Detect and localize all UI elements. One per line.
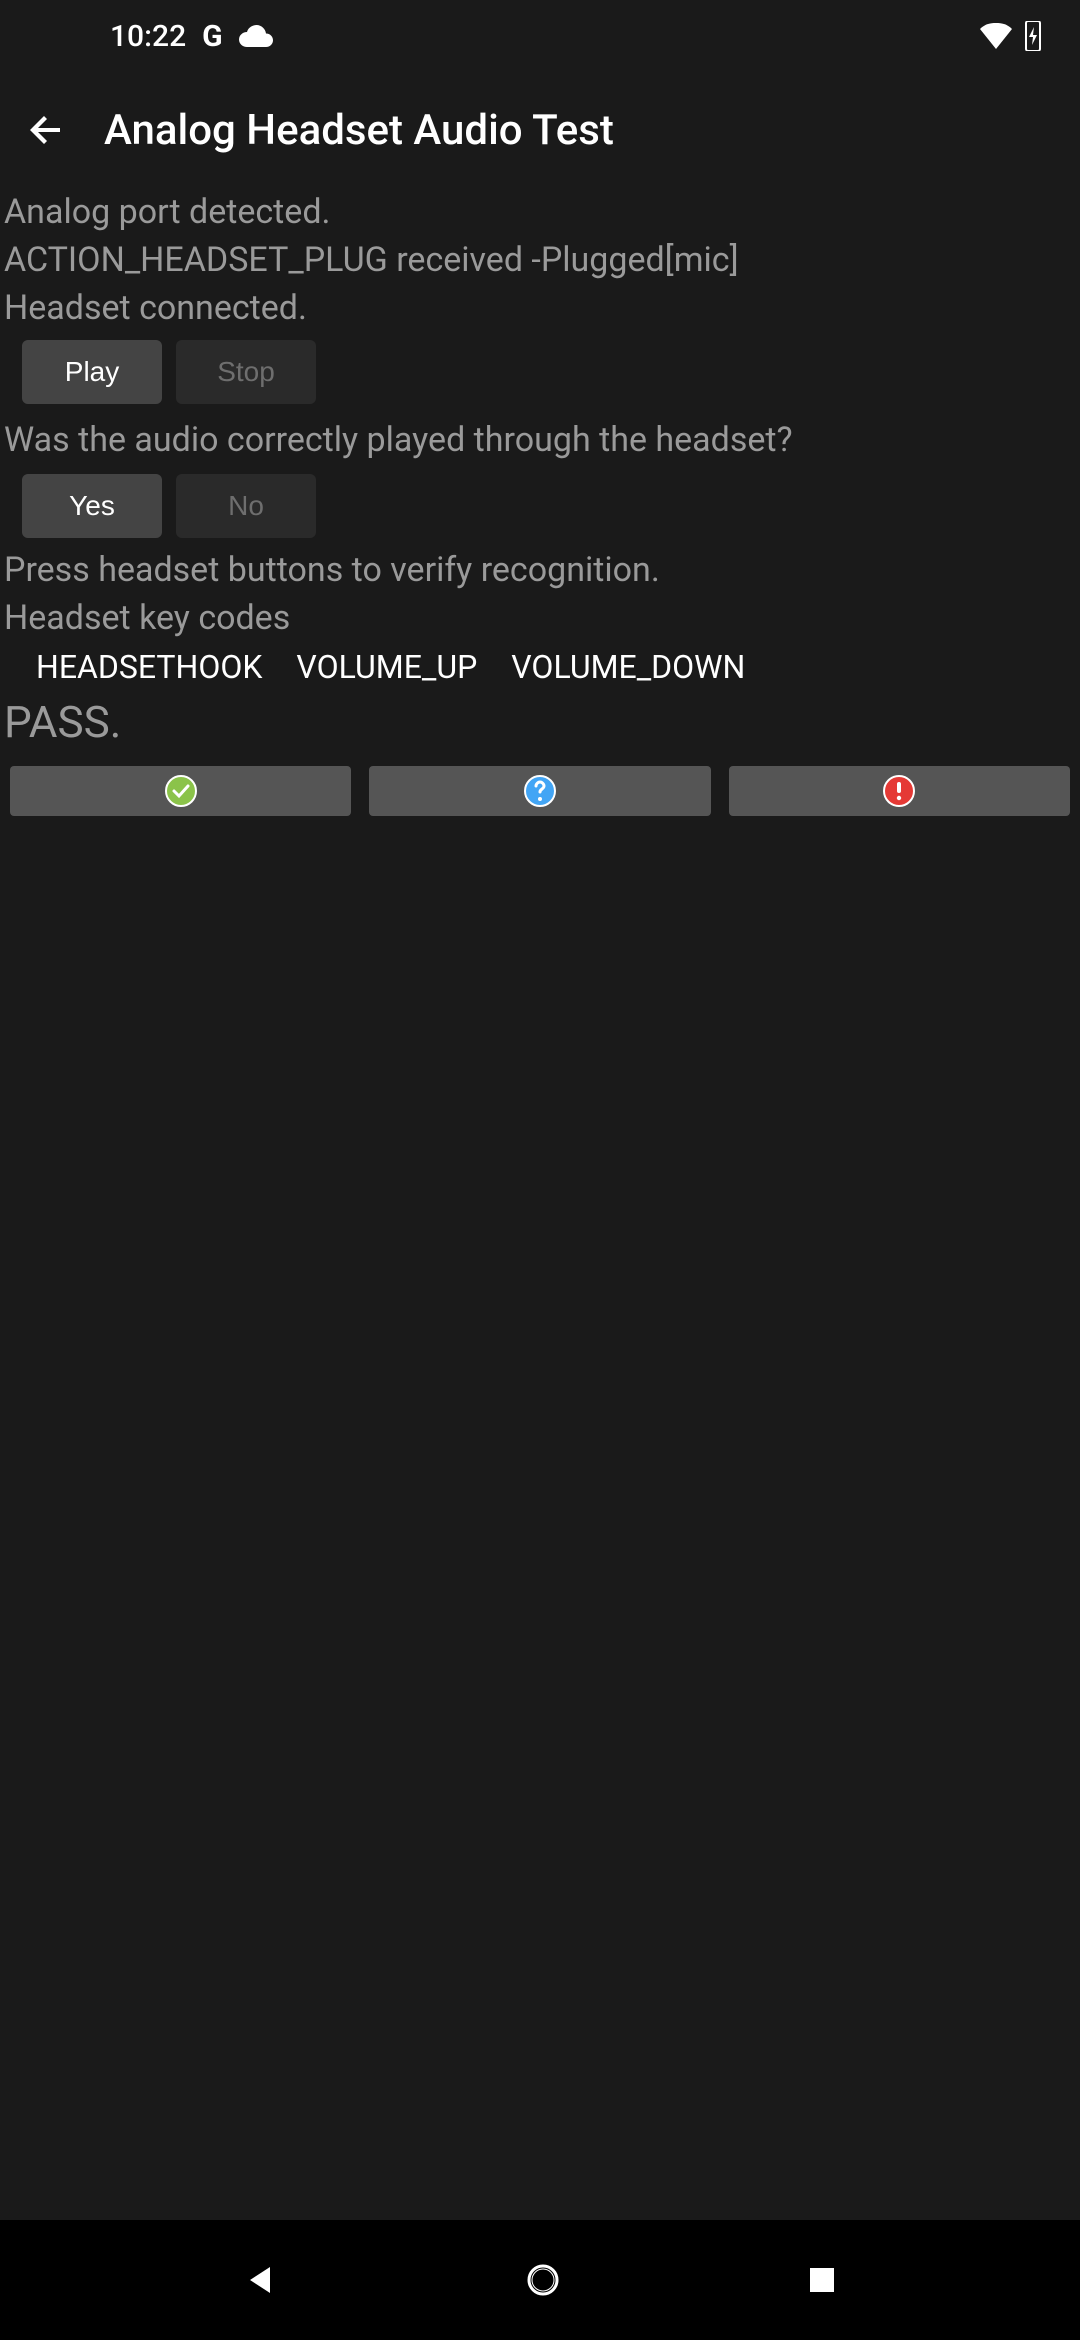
info-button[interactable] <box>369 766 710 816</box>
page-title: Analog Headset Audio Test <box>104 106 614 155</box>
keycode-item: HEADSETHOOK <box>36 648 262 686</box>
test-result: PASS. <box>0 690 1080 758</box>
alert-circle-icon <box>883 775 915 807</box>
nav-recent-icon[interactable] <box>808 2266 836 2294</box>
stop-button: Stop <box>176 340 316 404</box>
check-circle-icon <box>165 775 197 807</box>
status-bar: 10:22 G <box>0 0 1080 72</box>
app-bar: Analog Headset Audio Test <box>0 72 1080 188</box>
battery-charging-icon <box>1024 21 1042 51</box>
question-circle-icon <box>524 775 556 807</box>
google-icon: G <box>202 19 222 54</box>
status-time: 10:22 <box>110 19 186 54</box>
playback-question: Was the audio correctly played through t… <box>0 412 1080 466</box>
keycodes-row: HEADSETHOOK VOLUME_UP VOLUME_DOWN <box>0 642 1080 690</box>
fail-button[interactable] <box>729 766 1070 816</box>
navigation-bar <box>0 2220 1080 2340</box>
keycode-item: VOLUME_UP <box>296 648 477 686</box>
nav-home-icon[interactable] <box>525 2262 561 2298</box>
keycodes-label: Headset key codes <box>0 594 1080 642</box>
status-line-1: Analog port detected. <box>0 188 1080 236</box>
keycode-item: VOLUME_DOWN <box>511 648 745 686</box>
status-line-2: ACTION_HEADSET_PLUG received -Plugged[mi… <box>0 236 1080 284</box>
nav-back-icon[interactable] <box>244 2263 278 2297</box>
wifi-icon <box>980 23 1012 49</box>
pass-button[interactable] <box>10 766 351 816</box>
no-button: No <box>176 474 316 538</box>
content-area: Analog port detected. ACTION_HEADSET_PLU… <box>0 188 1080 2220</box>
back-arrow-icon[interactable] <box>28 112 64 148</box>
status-line-3: Headset connected. <box>0 284 1080 332</box>
cloud-icon <box>239 25 273 47</box>
play-button[interactable]: Play <box>22 340 162 404</box>
yes-button[interactable]: Yes <box>22 474 162 538</box>
instruction-line: Press headset buttons to verify recognit… <box>0 546 1080 594</box>
